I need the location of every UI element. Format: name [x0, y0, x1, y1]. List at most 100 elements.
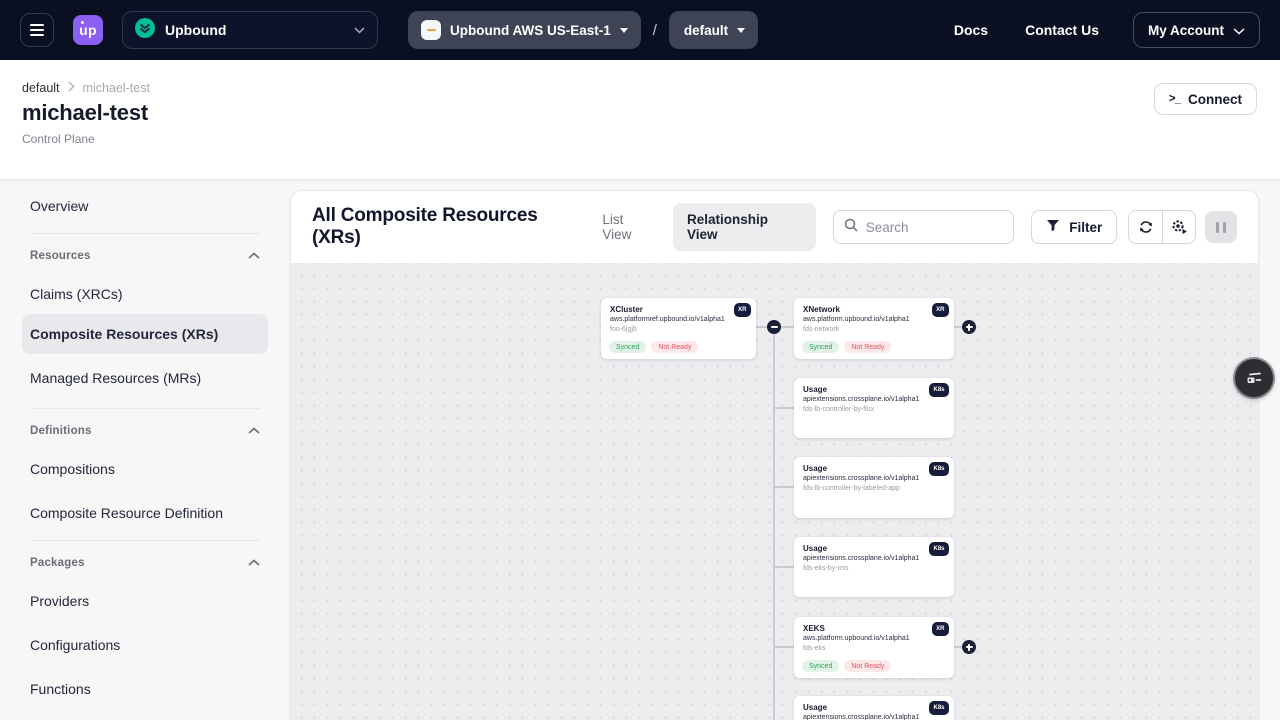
expand-node-button[interactable] [962, 320, 976, 334]
sidebar-item-functions[interactable]: Functions [22, 669, 268, 709]
expand-node-button[interactable] [962, 640, 976, 654]
control-plane-dropdown[interactable]: Upbound AWS US-East-1 [408, 11, 641, 49]
docs-link[interactable]: Docs [954, 22, 988, 38]
node-api-version: aws.platform.upbound.io/v1alpha1 [803, 635, 945, 642]
breadcrumb-current: michael-test [83, 81, 150, 95]
panel-title: All Composite Resources (XRs) [312, 205, 590, 249]
node-kind: XCluster [610, 305, 747, 314]
page-subtitle: Control Plane [22, 132, 1280, 146]
refresh-button[interactable] [1129, 211, 1162, 243]
node-status-badges: Synced Not Ready [802, 341, 891, 353]
edge-branch-line [774, 566, 794, 568]
search-icon [844, 218, 858, 237]
node-name: foo-6jgjb [610, 326, 747, 333]
view-toggle: List View Relationship View [590, 203, 815, 251]
breadcrumb-slash: / [653, 22, 657, 39]
sidebar-section-resources[interactable]: Resources [22, 238, 268, 274]
edge-branch-line [774, 486, 794, 488]
sidebar-section-packages[interactable]: Packages [22, 545, 268, 581]
collapse-node-button[interactable] [767, 320, 781, 334]
group-dropdown[interactable]: default [669, 11, 758, 49]
resource-node-usage-flux[interactable]: Usage apiextensions.crossplane.io/v1alph… [794, 378, 954, 438]
pause-button[interactable] [1205, 211, 1237, 243]
node-name: fds-network [803, 326, 945, 333]
upbound-logo[interactable]: up [73, 15, 103, 45]
resource-node-xnetwork[interactable]: XNetwork aws.platform.upbound.io/v1alpha… [794, 298, 954, 359]
breadcrumb: default michael-test [22, 81, 1280, 95]
edge-branch-line [774, 646, 794, 648]
chevron-down-icon [737, 28, 745, 33]
sidebar-item-claims[interactable]: Claims (XRCs) [22, 274, 268, 314]
sidebar-item-configurations[interactable]: Configurations [22, 625, 268, 665]
status-badge-not-ready: Not Ready [651, 341, 698, 353]
legend-toggle-button[interactable] [1235, 359, 1273, 397]
node-kind: Usage [803, 703, 945, 712]
control-plane-label: Upbound AWS US-East-1 [450, 23, 611, 38]
node-api-version: aws.platformref.upbound.io/v1alpha1 [610, 316, 747, 323]
refresh-icon [1138, 219, 1154, 235]
sidebar-item-compositions[interactable]: Compositions [22, 449, 268, 489]
node-kind: Usage [803, 464, 945, 473]
section-label: Resources [30, 250, 91, 262]
sidebar-section-definitions[interactable]: Definitions [22, 413, 268, 449]
connect-button[interactable]: >_ Connect [1154, 83, 1257, 115]
filter-button[interactable]: Filter [1031, 210, 1117, 244]
minus-icon [771, 326, 778, 328]
resource-node-usage-eks-oss[interactable]: Usage apiextensions.crossplane.io/v1alph… [794, 537, 954, 597]
chevron-up-icon [248, 557, 260, 569]
top-navbar: up Upbound Upbound AWS US-East-1 / defau… [0, 0, 1280, 60]
logo-text: up [79, 22, 97, 38]
my-account-dropdown[interactable]: My Account [1133, 12, 1260, 48]
chevron-up-icon [248, 425, 260, 437]
node-api-version: aws.platform.upbound.io/v1alpha1 [803, 316, 945, 323]
chevron-down-icon [354, 21, 365, 39]
relationship-view-tab[interactable]: Relationship View [673, 203, 816, 251]
legend-icon [1245, 370, 1263, 386]
run-operations-button[interactable] [1162, 211, 1195, 243]
sidebar-item-composite-resource-definition[interactable]: Composite Resource Definition [22, 493, 268, 533]
gear-play-icon [1171, 219, 1188, 235]
page-title: michael-test [22, 100, 1280, 126]
chevron-down-icon [1233, 23, 1245, 38]
graph-actions-group [1128, 210, 1196, 244]
node-name: fds-lb-controller-by-flux [803, 406, 945, 413]
pause-icon [1216, 222, 1219, 233]
sidebar-item-managed-resources[interactable]: Managed Resources (MRs) [22, 358, 268, 398]
node-type-badge: K8s [929, 383, 949, 397]
filter-funnel-icon [1046, 219, 1060, 235]
node-type-badge: XR [932, 303, 949, 317]
resource-node-xcluster[interactable]: XCluster aws.platformref.upbound.io/v1al… [601, 298, 756, 359]
my-account-label: My Account [1148, 23, 1224, 38]
node-api-version: apiextensions.crossplane.io/v1alpha1 [803, 555, 945, 562]
node-kind: Usage [803, 385, 945, 394]
chevron-right-icon [68, 81, 75, 95]
node-api-version: apiextensions.crossplane.io/v1alpha1 [803, 714, 945, 720]
node-api-version: apiextensions.crossplane.io/v1alpha1 [803, 396, 945, 403]
chevron-down-icon [620, 28, 628, 33]
node-kind: Usage [803, 544, 945, 553]
status-badge-not-ready: Not Ready [844, 660, 891, 672]
page-header: default michael-test michael-test Contro… [0, 60, 1280, 180]
node-name: fds-eks-by-oss [803, 565, 945, 572]
organization-dropdown[interactable]: Upbound [122, 11, 378, 49]
list-view-tab[interactable]: List View [590, 203, 668, 251]
node-type-badge: K8s [929, 542, 949, 556]
contact-us-link[interactable]: Contact Us [1025, 22, 1099, 38]
relationship-canvas[interactable]: XCluster aws.platformref.upbound.io/v1al… [291, 263, 1258, 720]
panel-toolbar: All Composite Resources (XRs) List View … [291, 191, 1258, 263]
sidebar-item-composite-resources[interactable]: Composite Resources (XRs) [22, 314, 268, 354]
hamburger-menu-button[interactable] [20, 13, 54, 47]
logo-dot [81, 21, 84, 24]
search-input[interactable] [866, 220, 1004, 235]
resource-node-usage-bottom[interactable]: Usage apiextensions.crossplane.io/v1alph… [794, 696, 954, 720]
node-name: fds-lb-controller-by-labeled-app [803, 485, 945, 492]
node-type-badge: K8s [929, 462, 949, 476]
status-badge-synced: Synced [609, 341, 646, 353]
resource-node-xeks[interactable]: XEKS aws.platform.upbound.io/v1alpha1 fd… [794, 617, 954, 678]
sidebar-item-overview[interactable]: Overview [22, 186, 268, 226]
breadcrumb-group-link[interactable]: default [22, 81, 60, 95]
resource-node-usage-labeled-app[interactable]: Usage apiextensions.crossplane.io/v1alph… [794, 457, 954, 518]
main-panel: All Composite Resources (XRs) List View … [290, 190, 1259, 720]
sidebar-item-providers[interactable]: Providers [22, 581, 268, 621]
edge-trunk-line [773, 327, 775, 720]
